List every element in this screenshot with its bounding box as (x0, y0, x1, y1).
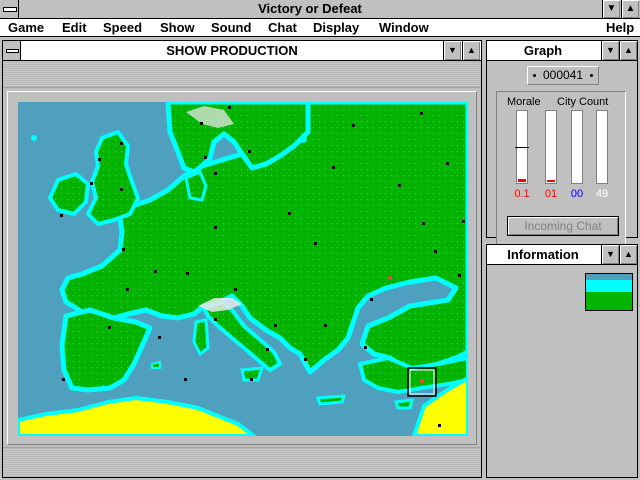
map-status-strip (3, 447, 481, 477)
cyprus (393, 398, 414, 410)
information-window: Information ▼ ▲ (486, 244, 638, 478)
map-window: SHOW PRODUCTION ▼ ▲ (2, 40, 482, 478)
crete (315, 394, 347, 406)
city-count-fill (598, 112, 606, 182)
turn-counter-value: 000041 (542, 68, 584, 82)
menu-bar: Game Edit Speed Show Sound Chat Display … (0, 19, 640, 37)
morale-value: 0.1 (514, 188, 530, 200)
graph-window-minimize-button[interactable]: ▼ (601, 41, 619, 60)
gauge-2-value: 01 (544, 188, 558, 200)
graph-window-title: Graph (523, 43, 563, 58)
menu-sound[interactable]: Sound (211, 20, 251, 35)
information-window-minimize-button[interactable]: ▼ (601, 245, 619, 264)
information-window-title-bar: Information ▼ ▲ (487, 245, 637, 265)
menu-display[interactable]: Display (313, 20, 359, 35)
graph-window-title-bar: Graph ▼ ▲ (487, 41, 637, 61)
morale-label: Morale (507, 96, 541, 108)
information-window-maximize-button[interactable]: ▲ (619, 245, 637, 264)
map-toolbar-strip (3, 62, 481, 88)
stats-panel: Morale City Count 0.1 01 00 49 Incoming … (496, 91, 626, 247)
turn-counter: 000041 (527, 66, 599, 85)
city-count-value: 49 (595, 188, 609, 200)
system-menu-icon[interactable] (0, 0, 19, 18)
menu-help[interactable]: Help (606, 20, 634, 35)
morale-fill (518, 179, 526, 182)
gauge-2 (545, 110, 557, 184)
app-title: Victory or Defeat (258, 1, 362, 16)
maximize-button[interactable]: ▲ (621, 0, 639, 18)
graph-window: Graph ▼ ▲ 000041 Morale City Count 0.1 0… (486, 40, 638, 247)
map-window-system-icon[interactable] (3, 41, 21, 60)
map-window-maximize-button[interactable]: ▲ (462, 41, 480, 60)
information-window-title: Information (507, 247, 579, 262)
morale-marker (515, 147, 529, 148)
denmark (184, 170, 208, 202)
gauge-2-fill (547, 180, 555, 182)
enemy-unit (388, 276, 392, 280)
iceland-islet (31, 135, 37, 141)
menu-speed[interactable]: Speed (103, 20, 142, 35)
corsica-sardinia (192, 318, 210, 357)
europe-map[interactable] (18, 102, 468, 436)
gauge-3 (571, 110, 583, 184)
menu-show[interactable]: Show (160, 20, 195, 35)
menu-edit[interactable]: Edit (62, 20, 87, 35)
morale-gauge (515, 110, 529, 184)
city-count-label: City Count (557, 96, 609, 108)
menu-game[interactable]: Game (8, 20, 44, 35)
app-title-bar: Victory or Defeat ▼ ▲ (0, 0, 640, 19)
minimize-button[interactable]: ▼ (602, 0, 620, 18)
menu-window[interactable]: Window (379, 20, 429, 35)
incoming-chat-button[interactable]: Incoming Chat (507, 216, 619, 236)
graph-window-maximize-button[interactable]: ▲ (619, 41, 637, 60)
map-frame (7, 91, 477, 445)
map-window-minimize-button[interactable]: ▼ (443, 41, 461, 60)
terrain-thumbnail (585, 273, 633, 311)
map-window-title: SHOW PRODUCTION (166, 43, 298, 58)
map-window-title-bar: SHOW PRODUCTION ▼ ▲ (3, 41, 481, 61)
selected-unit[interactable] (420, 379, 424, 383)
city-count-gauge (596, 110, 608, 184)
balearic-islands (151, 360, 161, 369)
menu-chat[interactable]: Chat (268, 20, 297, 35)
counter-dot-right (590, 74, 593, 77)
counter-dot-left (533, 74, 536, 77)
gauge-3-value: 00 (570, 188, 584, 200)
